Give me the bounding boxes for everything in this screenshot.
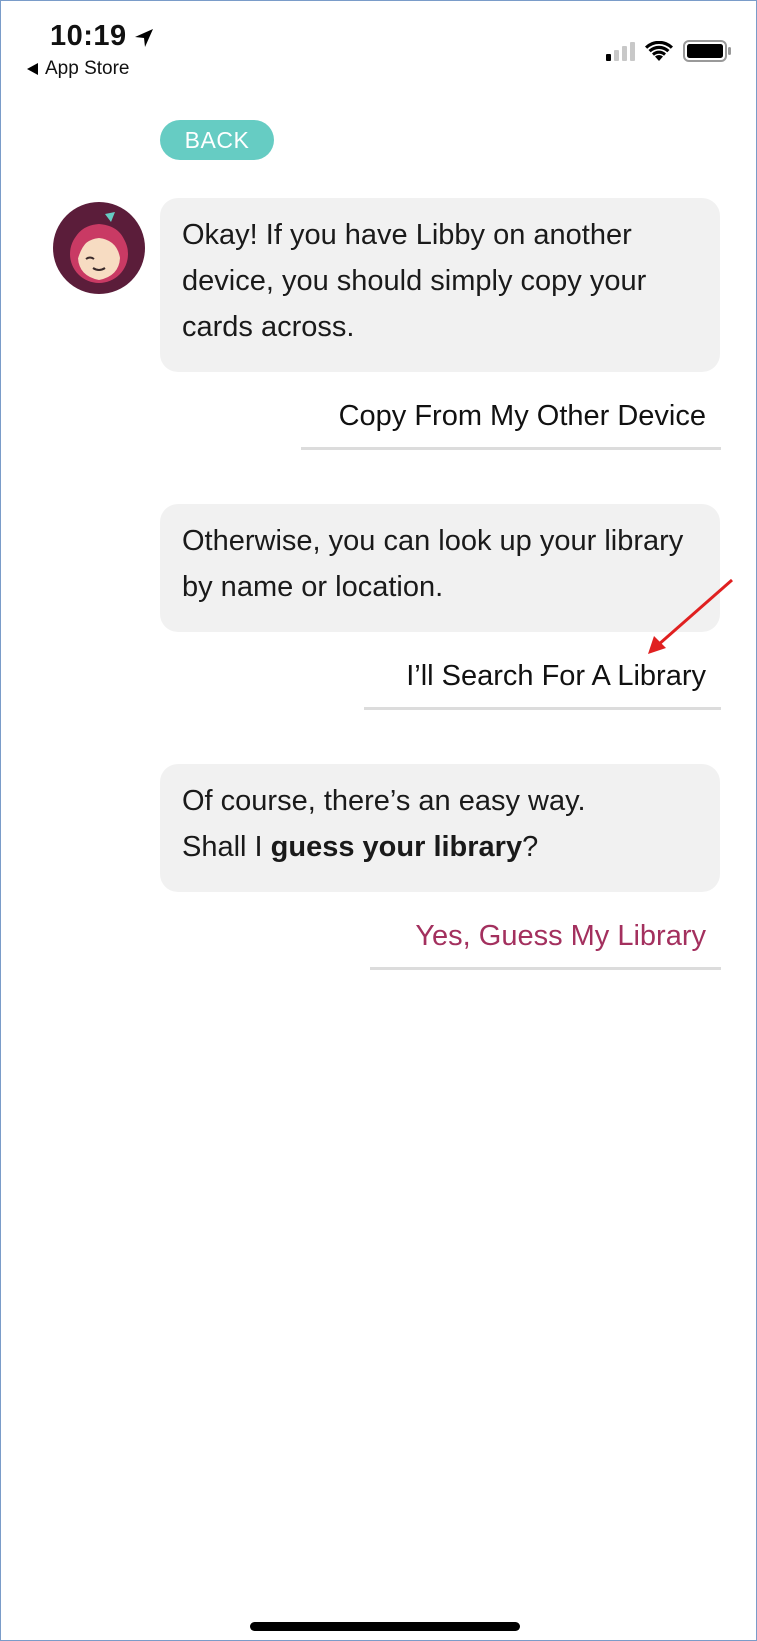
status-icons — [606, 40, 731, 62]
status-time-label: 10:19 — [50, 20, 127, 52]
message-text: Otherwise, you can look up your library … — [182, 525, 684, 603]
chat-bubble-guess-library: Of course, there’s an easy way. Shall I … — [160, 764, 720, 892]
annotation-arrow-icon — [648, 578, 733, 654]
message-line-1: Of course, there’s an easy way. — [182, 785, 586, 817]
option-label: I’ll Search For A Library — [406, 660, 706, 692]
chat-bubble-copy-cards: Okay! If you have Libby on another devic… — [160, 198, 720, 372]
guess-my-library-option[interactable]: Yes, Guess My Library — [370, 920, 721, 970]
back-button[interactable]: BACK — [160, 120, 274, 160]
message-text: Okay! If you have Libby on another devic… — [182, 219, 647, 343]
back-app-label: App Store — [45, 58, 130, 79]
copy-from-other-device-option[interactable]: Copy From My Other Device — [301, 400, 721, 450]
location-arrow-icon — [134, 28, 153, 47]
search-for-library-option[interactable]: I’ll Search For A Library — [364, 660, 721, 710]
back-button-label: BACK — [184, 126, 250, 153]
option-label: Yes, Guess My Library — [415, 920, 706, 952]
battery-icon — [683, 40, 731, 62]
message-line-2-prefix: Shall I — [182, 831, 271, 863]
status-time: 10:19 — [50, 20, 155, 53]
chat-bubble-lookup-library: Otherwise, you can look up your library … — [160, 504, 720, 632]
back-to-app-store[interactable]: App Store — [26, 58, 130, 80]
wifi-icon — [645, 40, 673, 61]
option-label: Copy From My Other Device — [338, 400, 706, 432]
cellular-signal-icon — [606, 41, 635, 61]
back-triangle-icon — [27, 63, 38, 75]
libby-avatar — [53, 202, 145, 294]
message-line-2-bold: guess your library — [270, 831, 523, 863]
home-indicator[interactable] — [250, 1622, 520, 1631]
message-line-2-suffix: ? — [522, 831, 539, 863]
